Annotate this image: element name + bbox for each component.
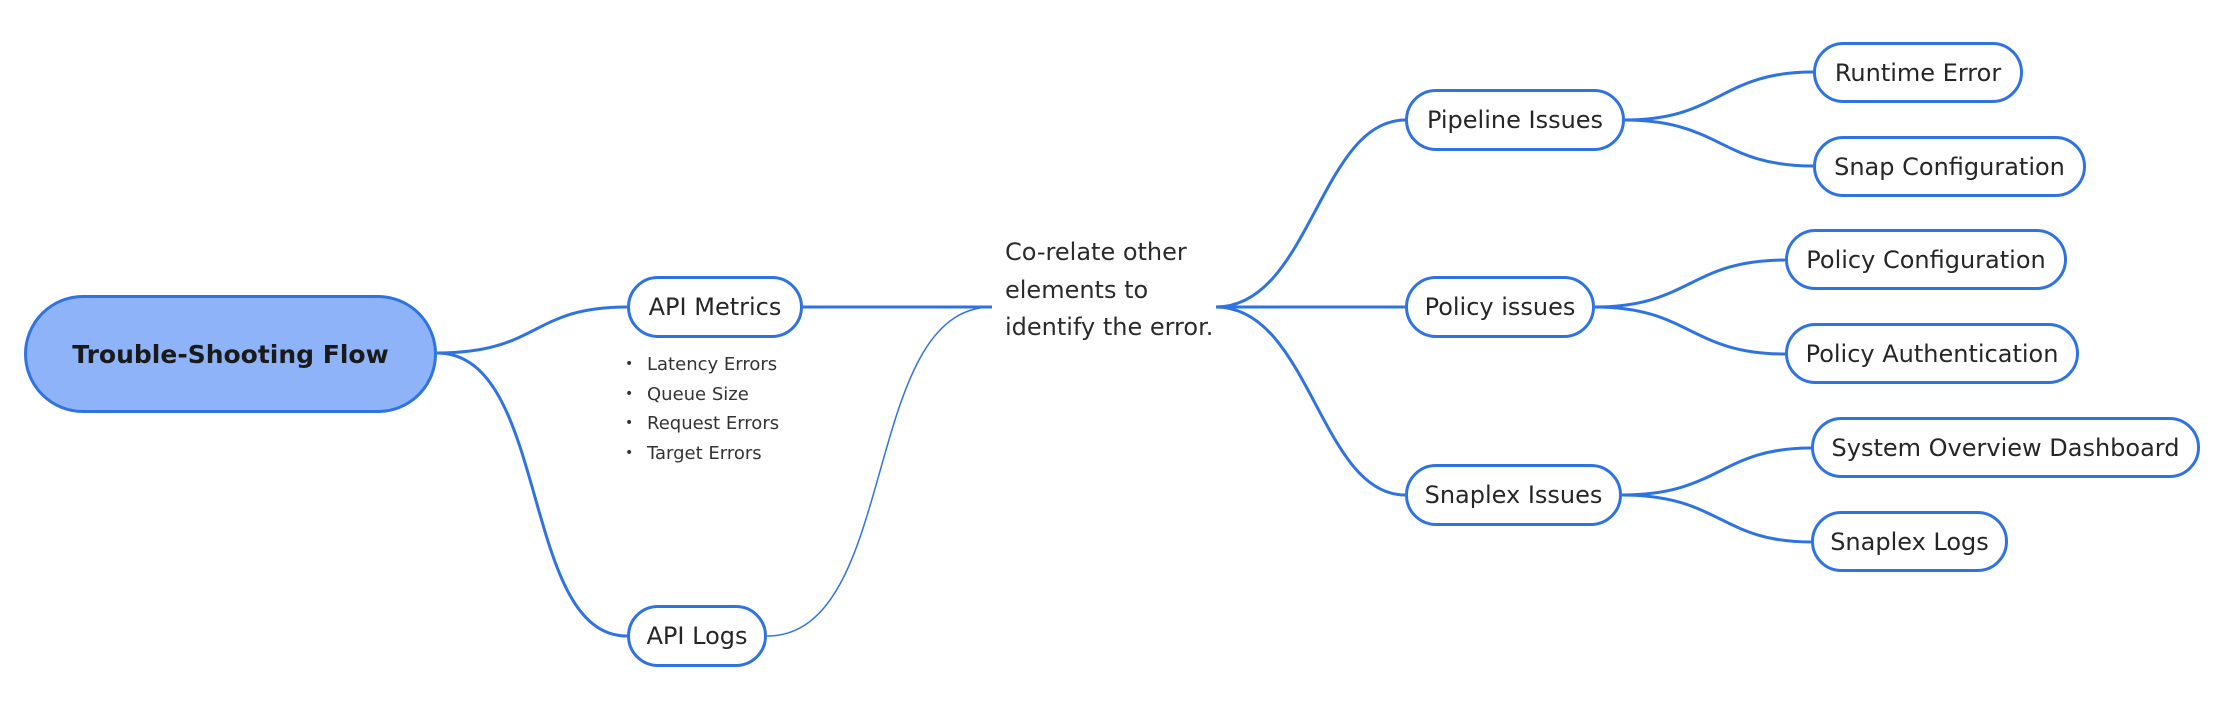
- connector-pipeline-to-runtime: [1624, 70, 1814, 122]
- list-item: Queue Size: [625, 380, 779, 410]
- list-item: Request Errors: [625, 409, 779, 439]
- connector-policy-to-policyconfig: [1594, 258, 1786, 309]
- node-api-metrics[interactable]: API Metrics: [627, 276, 803, 338]
- node-policy-issues[interactable]: Policy issues: [1405, 276, 1595, 338]
- connector-api-logs-to-note: [766, 306, 993, 637]
- connector-snaplex-to-logs: [1621, 493, 1812, 544]
- connector-root-to-api-logs: [436, 351, 628, 638]
- root-node[interactable]: Trouble-Shooting Flow: [24, 295, 437, 413]
- list-item: Latency Errors: [625, 350, 779, 380]
- connector-snaplex-to-dashboard: [1621, 446, 1812, 497]
- node-policy-authentication[interactable]: Policy Authentication: [1785, 323, 2079, 384]
- list-item: Target Errors: [625, 439, 779, 469]
- node-policy-configuration[interactable]: Policy Configuration: [1785, 229, 2067, 290]
- correlation-note[interactable]: Co-relate other elements to identify the…: [1005, 234, 1215, 347]
- connector-note-to-pipeline: [1215, 118, 1406, 309]
- node-pipeline-issues[interactable]: Pipeline Issues: [1405, 89, 1625, 151]
- node-snaplex-logs[interactable]: Snaplex Logs: [1811, 511, 2008, 572]
- node-api-logs[interactable]: API Logs: [627, 605, 767, 667]
- connector-pipeline-to-snapconfig: [1624, 118, 1814, 168]
- connector-policy-to-policyauth: [1594, 305, 1786, 356]
- connector-note-to-snaplex: [1215, 305, 1406, 497]
- api-metrics-details-list: Latency Errors Queue Size Request Errors…: [625, 350, 779, 468]
- node-runtime-error[interactable]: Runtime Error: [1813, 42, 2023, 103]
- connector-root-to-api-metrics: [436, 305, 628, 355]
- node-system-overview-dashboard[interactable]: System Overview Dashboard: [1811, 417, 2200, 478]
- node-snaplex-issues[interactable]: Snaplex Issues: [1405, 464, 1622, 526]
- node-snap-configuration[interactable]: Snap Configuration: [1813, 136, 2086, 197]
